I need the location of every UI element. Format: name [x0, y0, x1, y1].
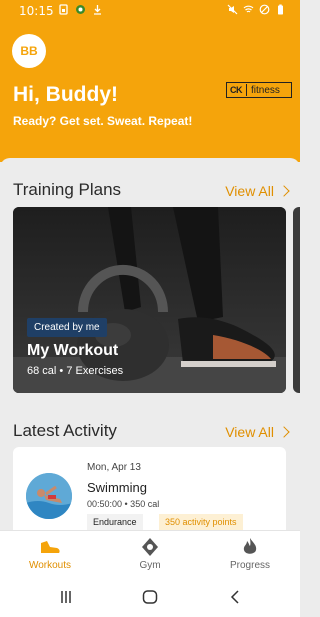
training-plans-title: Training Plans — [13, 180, 122, 199]
nav-gym[interactable]: Gym — [110, 537, 190, 571]
status-time: 10:15 — [19, 4, 54, 18]
brand-mark: CK — [230, 85, 243, 95]
home-icon[interactable] — [142, 590, 158, 604]
greeting-title: Hi, Buddy! — [13, 83, 118, 106]
activity-tag: Endurance — [87, 514, 143, 530]
status-bar: 10:15 — [0, 0, 300, 22]
view-all-label: View All — [225, 424, 274, 440]
training-plans-view-all[interactable]: View All — [225, 183, 290, 199]
nav-label: Workouts — [28, 560, 72, 571]
swimming-photo — [26, 473, 72, 519]
tagline: Ready? Get set. Sweat. Repeat! — [13, 114, 193, 128]
next-plan-card[interactable] — [293, 207, 300, 393]
training-plan-card[interactable]: Created by me My Workout 68 cal • 7 Exer… — [13, 207, 286, 393]
bottom-navigation: Workouts Gym Progress — [0, 530, 300, 578]
home-content[interactable]: Training Plans View All Created by me My… — [0, 158, 300, 532]
battery-icon — [278, 4, 283, 15]
back-icon[interactable] — [229, 590, 241, 604]
nav-label: Progress — [229, 560, 270, 571]
wifi-icon — [243, 5, 254, 13]
location-pin-icon — [142, 538, 158, 556]
sim-card-icon — [59, 4, 68, 15]
activity-points: 350 activity points — [159, 514, 243, 530]
flame-icon — [243, 538, 257, 554]
nav-label: Gym — [139, 560, 161, 571]
shoe-icon — [41, 541, 60, 553]
chevron-right-icon — [278, 185, 290, 197]
do-not-disturb-icon — [259, 4, 270, 15]
plan-meta: 68 cal • 7 Exercises — [27, 365, 124, 377]
recent-apps-icon[interactable] — [59, 590, 73, 604]
system-navigation-bar — [0, 578, 300, 617]
created-by-me-badge: Created by me — [27, 318, 107, 337]
nav-progress[interactable]: Progress — [210, 537, 290, 571]
activity-meta: 00:50:00 • 350 cal — [87, 499, 160, 509]
header: 10:15 BB Hi, Buddy! Ready? Get set. Swea… — [0, 0, 300, 162]
brand-name: fitness — [251, 84, 280, 96]
view-all-label: View All — [225, 183, 274, 199]
activity-card[interactable]: Mon, Apr 13 Swimming 00:50:00 • 350 cal … — [13, 447, 286, 532]
chevron-right-icon — [278, 426, 290, 438]
latest-activity-view-all[interactable]: View All — [225, 424, 290, 440]
activity-name: Swimming — [87, 480, 147, 495]
activity-date: Mon, Apr 13 — [87, 462, 141, 473]
location-icon — [76, 5, 85, 14]
nav-workouts[interactable]: Workouts — [10, 537, 90, 571]
avatar[interactable]: BB — [12, 34, 46, 68]
plan-name: My Workout — [27, 342, 119, 359]
brand-logo: CK fitness — [226, 82, 292, 98]
download-icon — [94, 5, 101, 15]
mute-icon — [227, 4, 238, 15]
latest-activity-title: Latest Activity — [13, 421, 117, 440]
